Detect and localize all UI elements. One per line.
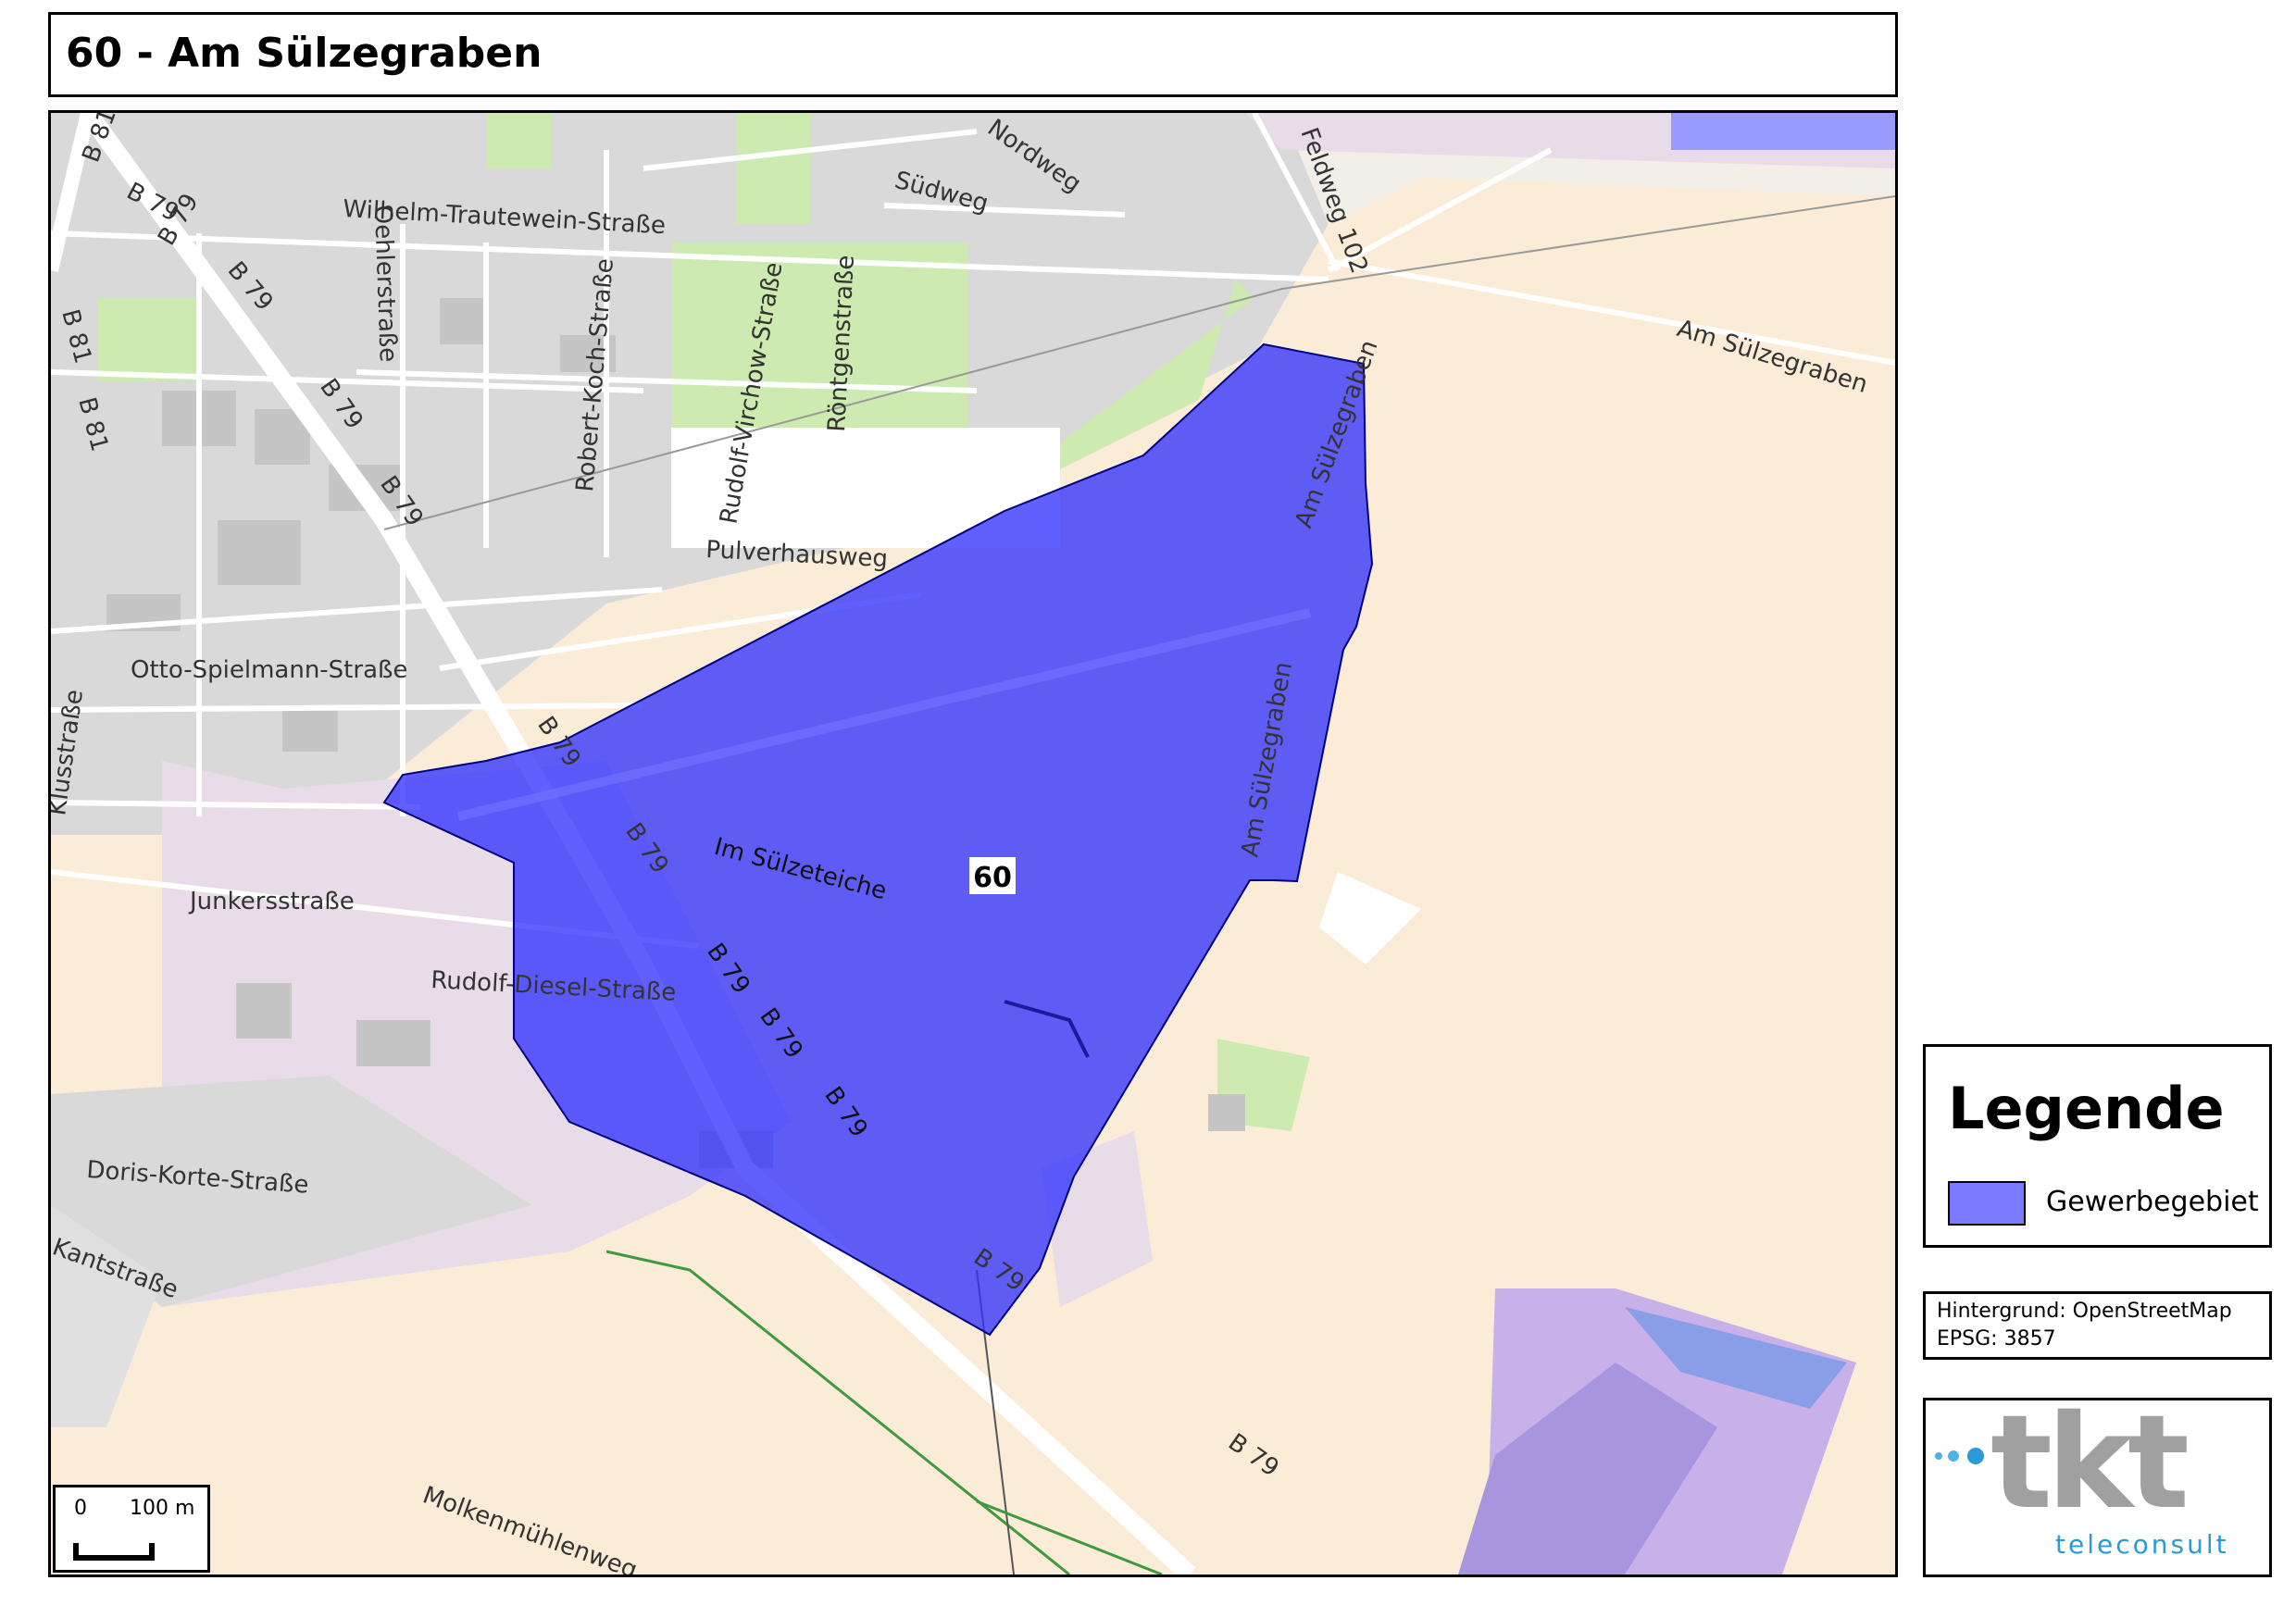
tkt-logo: tkt teleconsult [1935,1388,2229,1560]
park-centre [671,243,967,428]
label-oehler: Oehlerstraße [368,205,402,363]
title-box: 60 - Am Sülzegraben [48,12,1898,97]
label-otto: Otto-Spielmann-Straße [131,656,407,684]
source-box: Hintergrund: OpenStreetMap EPSG: 3857 [1923,1291,2272,1360]
logo-box: tkt teleconsult [1923,1388,2272,1577]
map-frame[interactable]: 60 B 81 B 79 B 79 B 79 B 81 B 79 B 79 B … [48,110,1898,1577]
legend-box: Legende Gewerbegebiet [1923,1044,2272,1248]
scale-bar-graphic [73,1543,155,1561]
scale-distance: 100 m [130,1497,195,1520]
legend-title: Legende [1948,1075,2225,1142]
sports-field [486,113,551,168]
map-canvas[interactable]: 60 B 81 B 79 B 79 B 79 B 81 B 79 B 79 B … [51,113,1895,1574]
park-north [736,113,810,224]
park-west [97,298,199,381]
logo-dot-3 [1967,1448,1984,1464]
logo-dot-2 [1948,1450,1959,1462]
source-epsg: EPSG: 3857 [1937,1327,2056,1350]
scale-bar: 0 100 m [53,1485,210,1573]
logo-brand: tkt [1990,1400,2187,1538]
area-label: 60 [973,862,1012,894]
scale-zero: 0 [74,1497,87,1520]
logo-sub: teleconsult [2055,1529,2229,1560]
legend-swatch [1948,1181,2026,1226]
map-title: 60 - Am Sülzegraben [66,30,543,77]
logo-dot-1 [1935,1452,1942,1460]
rail-facility [1671,113,1895,150]
label-junkers: Junkersstraße [188,888,355,915]
source-background: Hintergrund: OpenStreetMap [1937,1300,2232,1323]
legend-item-label: Gewerbegebiet [2046,1186,2259,1218]
